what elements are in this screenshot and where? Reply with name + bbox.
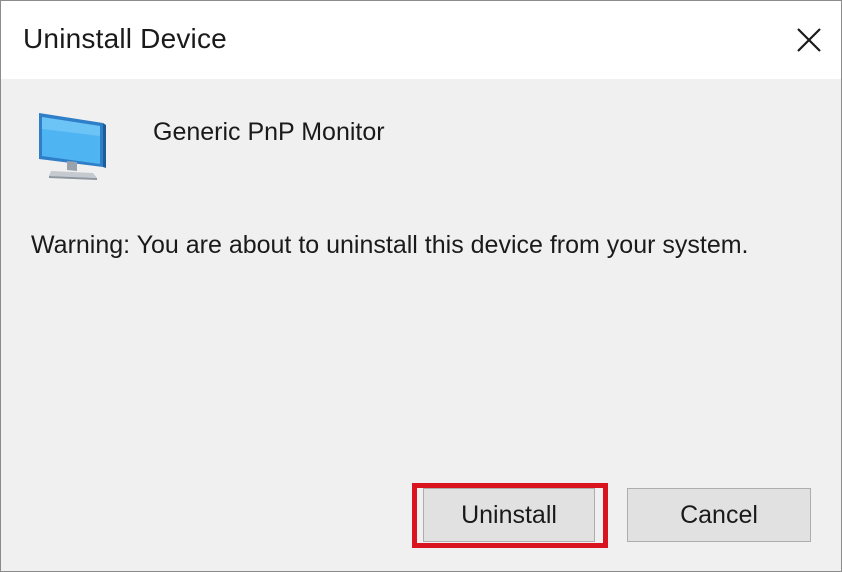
- close-button[interactable]: [777, 1, 841, 79]
- monitor-icon: [39, 113, 106, 180]
- close-icon: [797, 28, 821, 52]
- device-name: Generic PnP Monitor: [153, 118, 385, 146]
- cancel-button[interactable]: Cancel: [627, 488, 811, 542]
- uninstall-button[interactable]: Uninstall: [423, 488, 595, 542]
- warning-message: Warning: You are about to uninstall this…: [31, 231, 749, 259]
- dialog-title: Uninstall Device: [23, 23, 227, 54]
- uninstall-device-dialog: Uninstall Device Generic PnP Monitor War…: [0, 0, 842, 572]
- title-bar: Uninstall Device: [1, 1, 841, 79]
